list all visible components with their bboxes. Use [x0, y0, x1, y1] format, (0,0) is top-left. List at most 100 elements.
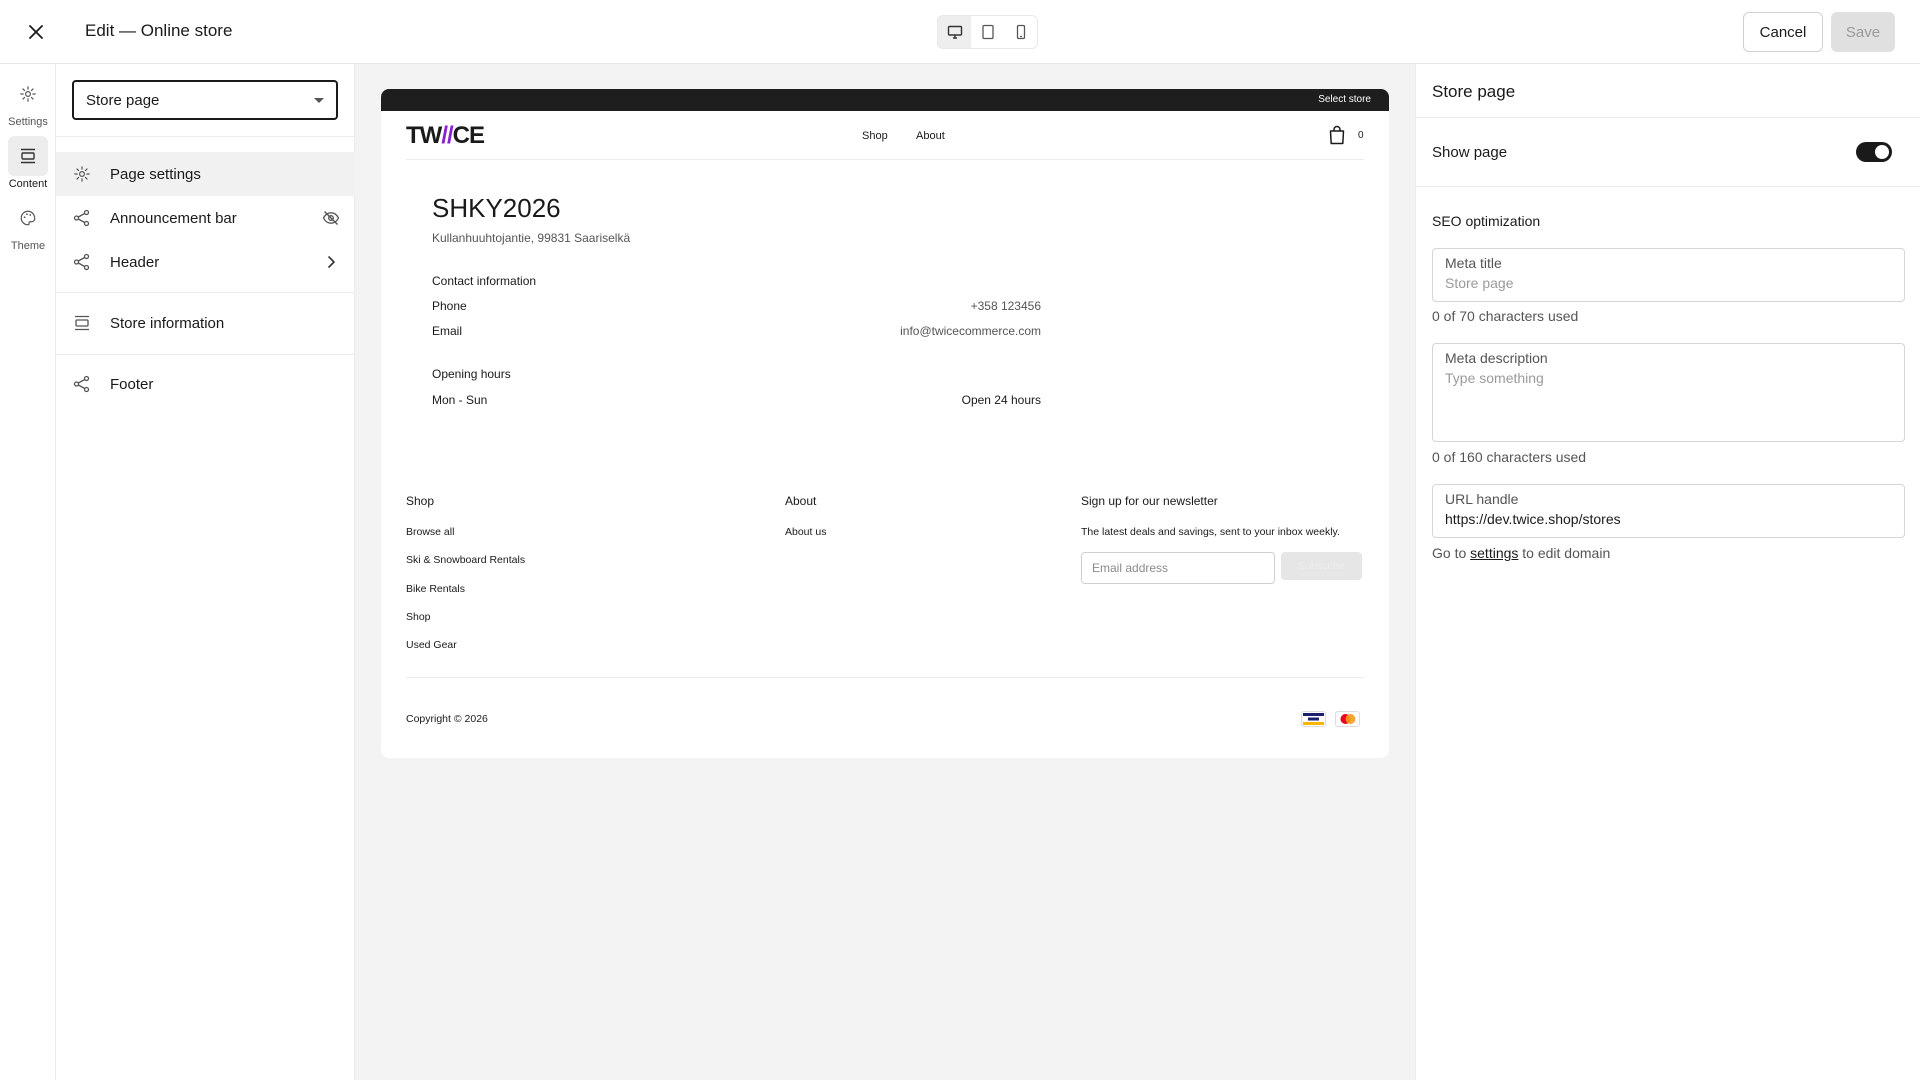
- content-icon: [75, 315, 89, 331]
- footer-about-title: About: [785, 494, 817, 508]
- caret-down-icon: [314, 97, 324, 103]
- palette-icon: [20, 210, 36, 226]
- visa-icon: [1301, 711, 1326, 727]
- rail-label-settings: Settings: [8, 116, 48, 128]
- contact-label: Phone: [432, 299, 467, 313]
- preview-canvas: Select store TW//CE Shop About 0 SHKY202…: [355, 64, 1415, 1080]
- rail-label-theme: Theme: [10, 240, 46, 252]
- tablet-icon: [981, 24, 994, 40]
- hours-title: Opening hours: [432, 367, 511, 381]
- divider: [56, 292, 355, 293]
- panel-item-page-settings[interactable]: Page settings: [56, 152, 355, 196]
- divider: [56, 354, 355, 355]
- url-handle-input[interactable]: [1445, 511, 1892, 527]
- meta-description-input[interactable]: [1445, 370, 1892, 424]
- panel-item-label: Header: [110, 253, 160, 271]
- mobile-view-button[interactable]: [1004, 16, 1037, 48]
- panel-item-label: Store information: [110, 314, 225, 332]
- chevron-right-icon: [328, 256, 335, 268]
- store-preview: Select store TW//CE Shop About 0 SHKY202…: [381, 89, 1389, 758]
- settings-link[interactable]: settings: [1470, 545, 1518, 561]
- rail-item-content[interactable]: Content: [0, 136, 56, 190]
- save-button[interactable]: Save: [1831, 12, 1895, 52]
- announcement-bar: Select store: [381, 89, 1389, 111]
- show-page-label: Show page: [1432, 144, 1508, 161]
- close-icon: [29, 25, 43, 39]
- nav-link-about[interactable]: About: [916, 130, 945, 142]
- hours-label: Mon - Sun: [432, 393, 488, 407]
- contact-label: Email: [432, 324, 463, 338]
- meta-title-field[interactable]: Meta title: [1432, 248, 1905, 302]
- divider: [406, 159, 1364, 160]
- desktop-icon: [947, 25, 962, 39]
- newsletter-text: The latest deals and savings, sent to yo…: [1081, 526, 1340, 538]
- settings-panel: Store page Show page SEO optimization Me…: [1415, 64, 1920, 1080]
- footer-link[interactable]: Bike Rentals: [406, 583, 465, 595]
- panel-item-label: Page settings: [110, 165, 201, 183]
- store-name: SHKY2026: [432, 193, 561, 223]
- footer-link[interactable]: About us: [785, 526, 826, 538]
- cart-count: 0: [1358, 130, 1364, 141]
- footer-link[interactable]: Used Gear: [406, 639, 457, 651]
- page-select-value: Store page: [86, 91, 160, 109]
- share-icon: [73, 375, 90, 393]
- content-panel: Store page Page settings Announcement ba…: [56, 64, 355, 1080]
- top-bar: Edit — Online store Cancel Save: [0, 0, 1920, 64]
- mobile-icon: [1016, 24, 1025, 40]
- gear-icon: [74, 166, 90, 182]
- footer-shop-title: Shop: [406, 494, 435, 508]
- url-handle-label: URL handle: [1445, 491, 1519, 507]
- footer-link[interactable]: Browse all: [406, 526, 454, 538]
- share-icon: [73, 253, 90, 271]
- rail-item-settings[interactable]: Settings: [0, 74, 56, 128]
- hours-value: Open 24 hours: [961, 393, 1041, 407]
- gear-icon: [20, 86, 36, 102]
- panel-item-announcement-bar[interactable]: Announcement bar: [56, 196, 355, 240]
- mastercard-icon: [1335, 711, 1360, 727]
- settings-title: Store page: [1432, 82, 1516, 101]
- panel-item-header[interactable]: Header: [56, 240, 355, 284]
- panel-item-label: Footer: [110, 375, 154, 393]
- footer-link[interactable]: Shop: [406, 611, 431, 623]
- select-store-link[interactable]: Select store: [1318, 94, 1371, 105]
- rail-item-theme[interactable]: Theme: [0, 198, 56, 252]
- visibility-toggle[interactable]: [321, 208, 341, 228]
- page-title: Edit — Online store: [85, 21, 233, 40]
- tablet-view-button[interactable]: [971, 16, 1004, 48]
- show-page-toggle[interactable]: [1856, 142, 1892, 162]
- meta-title-input[interactable]: [1445, 275, 1892, 291]
- device-switcher: [937, 15, 1038, 49]
- shopping-bag-icon[interactable]: [1328, 125, 1346, 145]
- newsletter-title: Sign up for our newsletter: [1081, 494, 1218, 508]
- meta-description-help: 0 of 160 characters used: [1432, 449, 1587, 465]
- store-logo[interactable]: TW//CE: [406, 122, 485, 150]
- panel-item-footer[interactable]: Footer: [56, 362, 355, 406]
- nav-link-shop[interactable]: Shop: [862, 130, 888, 142]
- meta-title-help: 0 of 70 characters used: [1432, 308, 1579, 324]
- expand-button[interactable]: [321, 252, 341, 272]
- desktop-view-button[interactable]: [938, 16, 971, 48]
- subscribe-button[interactable]: Subscribe: [1281, 552, 1362, 580]
- share-icon: [73, 209, 90, 227]
- store-address: Kullanhuuhtojantie, 99831 Saariselkä: [432, 231, 631, 245]
- contact-value: +358 123456: [970, 299, 1041, 313]
- meta-title-label: Meta title: [1445, 255, 1502, 271]
- url-handle-help: Go to settings to edit domain: [1432, 545, 1611, 561]
- footer-link[interactable]: Ski & Snowboard Rentals: [406, 554, 525, 566]
- close-button[interactable]: [22, 18, 50, 46]
- divider: [1416, 186, 1920, 187]
- meta-description-field[interactable]: Meta description: [1432, 343, 1905, 442]
- eye-off-icon: [322, 211, 340, 225]
- cancel-button[interactable]: Cancel: [1743, 12, 1823, 52]
- rail-label-content: Content: [8, 178, 48, 190]
- page-select[interactable]: Store page: [72, 80, 338, 120]
- url-handle-field[interactable]: URL handle: [1432, 484, 1905, 538]
- contact-value: info@twicecommerce.com: [900, 324, 1041, 338]
- divider: [406, 677, 1364, 678]
- newsletter-email-input[interactable]: [1081, 552, 1275, 584]
- seo-section-title: SEO optimization: [1432, 213, 1541, 229]
- contact-title: Contact information: [432, 274, 537, 288]
- divider: [56, 136, 355, 137]
- panel-item-store-information[interactable]: Store information: [56, 301, 355, 345]
- content-icon: [21, 148, 35, 164]
